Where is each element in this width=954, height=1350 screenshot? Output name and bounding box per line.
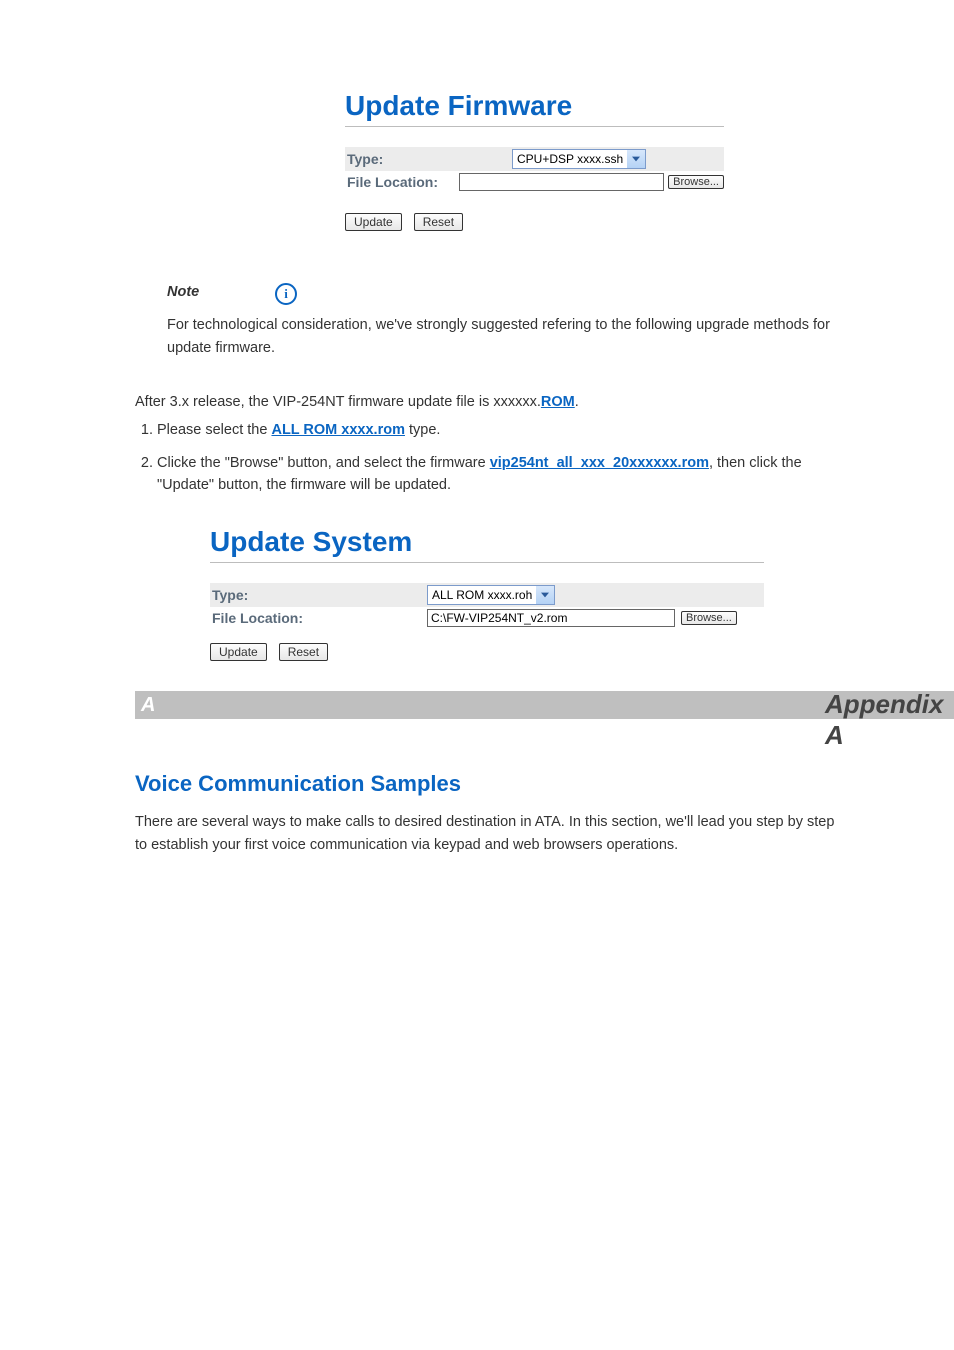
note-block: i Note For technological consideration, … xyxy=(135,281,844,361)
file-label: File Location: xyxy=(210,610,427,626)
chevron-down-icon xyxy=(627,150,645,168)
divider xyxy=(210,562,764,563)
reset-button[interactable]: Reset xyxy=(414,213,463,231)
buttons-row: Update Reset xyxy=(210,643,764,661)
type-row: Type: CPU+DSP xxxx.ssh xyxy=(345,147,724,171)
appendix-letter: A xyxy=(141,694,155,717)
note-title: Note xyxy=(167,284,199,300)
step-2: Clicke the "Browse" button, and select t… xyxy=(157,452,844,497)
panel-heading: Update Firmware xyxy=(345,90,724,122)
type-select[interactable]: ALL ROM xxxx.roh xyxy=(427,585,555,605)
type-row: Type: ALL ROM xxxx.roh xyxy=(210,583,764,607)
file-label: File Location: xyxy=(345,174,459,190)
file-path-input[interactable]: C:\FW-VIP254NT_v2.rom xyxy=(427,609,675,627)
type-label: Type: xyxy=(345,151,512,167)
file-row: File Location: Browse... xyxy=(345,171,724,193)
update-system-panel: Update System Type: ALL ROM xxxx.roh Fil… xyxy=(210,526,764,661)
buttons-row: Update Reset xyxy=(345,213,724,231)
step-1: Please select the ALL ROM xxxx.rom type. xyxy=(157,419,844,441)
appendix-title: Voice Communication Samples xyxy=(135,771,844,797)
divider xyxy=(345,126,724,127)
info-icon: i xyxy=(275,283,297,305)
update-firmware-panel: Update Firmware Type: CPU+DSP xxxx.ssh F… xyxy=(345,90,724,231)
type-label: Type: xyxy=(210,587,427,603)
file-row: File Location: C:\FW-VIP254NT_v2.rom Bro… xyxy=(210,607,764,629)
appendix-a-overline: Appendix A xyxy=(825,689,844,751)
panel-heading: Update System xyxy=(210,526,764,558)
browse-button[interactable]: Browse... xyxy=(681,611,737,625)
update-button[interactable]: Update xyxy=(345,213,402,231)
appendix-section: Voice Communication Samples There are se… xyxy=(135,771,844,856)
type-select[interactable]: CPU+DSP xxxx.ssh xyxy=(512,149,646,169)
type-select-value: ALL ROM xxxx.roh xyxy=(428,586,536,604)
browse-button[interactable]: Browse... xyxy=(668,175,724,189)
appendix-body: There are several ways to make calls to … xyxy=(135,811,844,856)
instr-line1-a: After 3.x release, the VIP-254NT firmwar… xyxy=(135,394,541,410)
type-select-value: CPU+DSP xxxx.ssh xyxy=(513,150,627,168)
chevron-down-icon xyxy=(536,586,554,604)
file-path-input[interactable] xyxy=(459,173,664,191)
instructions-block: After 3.x release, the VIP-254NT firmwar… xyxy=(135,391,844,497)
update-button[interactable]: Update xyxy=(210,643,267,661)
note-body: For technological consideration, we've s… xyxy=(167,317,830,356)
instr-line1-b: ROM xyxy=(541,394,575,410)
instr-line1-c: . xyxy=(575,394,579,410)
reset-button[interactable]: Reset xyxy=(279,643,328,661)
